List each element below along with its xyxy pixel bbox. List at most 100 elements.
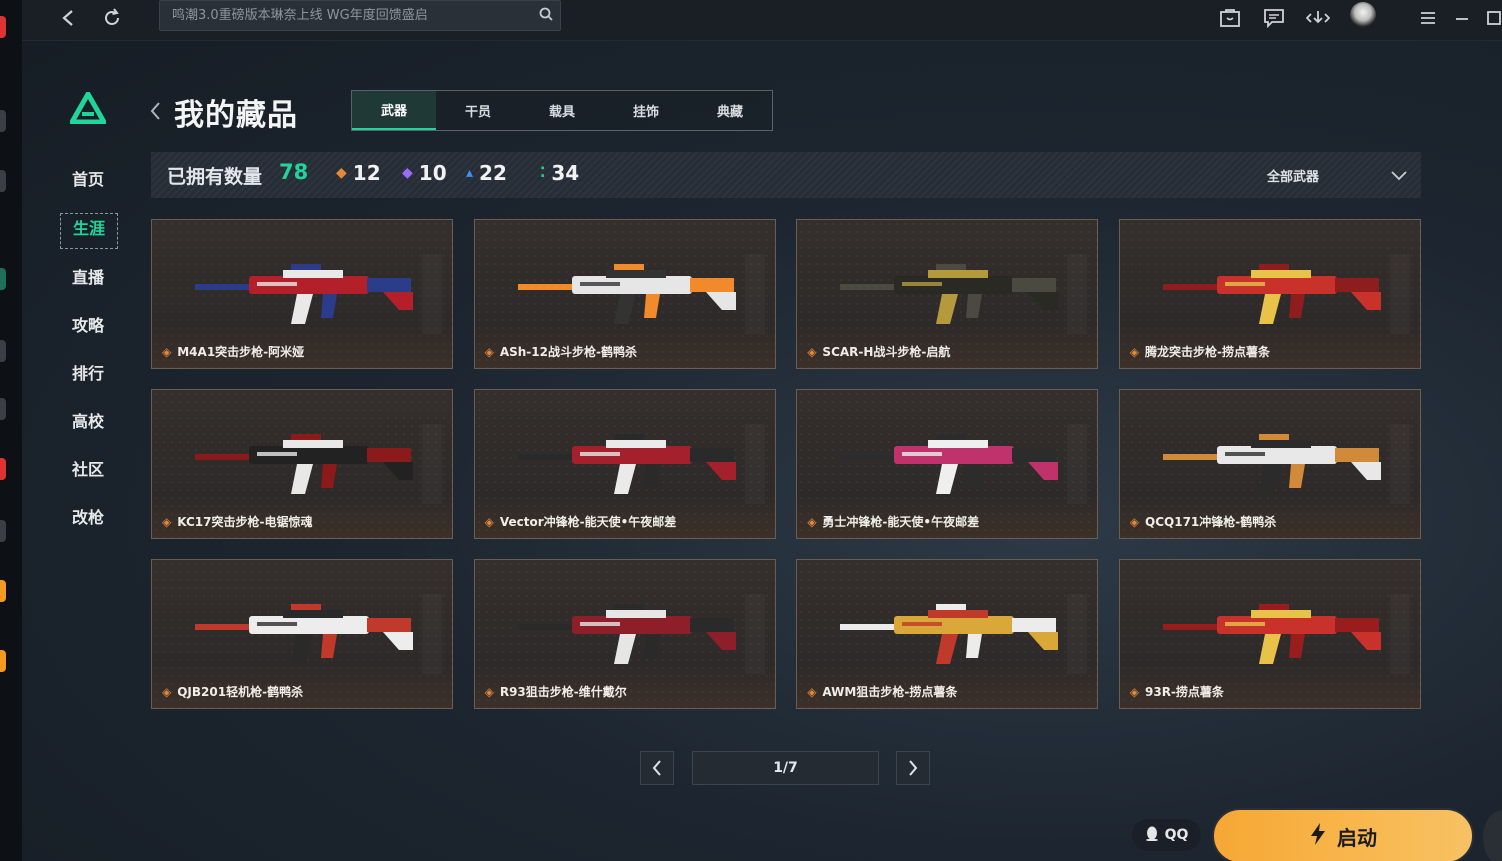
rarity-gem-icon: ◆ [336,165,347,181]
search-bar[interactable] [159,0,561,31]
left-dock [0,0,22,861]
weapon-card-label: ◈ Vector冲锋枪-能天使•午夜邮差 [485,513,677,530]
weapon-image [195,264,413,324]
rarity-gem-icon: ⁚ [540,165,546,181]
rarity-count: 34 [551,161,580,185]
rarity-gem-icon: ▴ [466,165,474,181]
dock-app-icon[interactable] [0,340,6,362]
dock-app-icon[interactable] [0,398,6,420]
launch-label: 启动 [1337,825,1377,850]
rarity-count: 10 [418,161,447,185]
tab-operators[interactable]: 干员 [436,91,520,130]
rarity-gem-icon: ◈ [162,514,172,529]
weapon-card-label: ◈ QJB201轻机枪-鹤鸭杀 [162,683,303,700]
rarity-blue-count: ▴ 22 [466,161,507,185]
dock-app-icon[interactable] [0,16,6,38]
rarity-gem-icon: ◈ [162,344,172,359]
rarity-gem-icon: ◈ [807,684,817,699]
sidebar-item-community[interactable]: 社区 [60,455,116,489]
weapon-name: QCQ171冲锋枪-鹤鸭杀 [1145,515,1277,529]
rarity-gem-icon: ◈ [484,514,494,529]
weapon-card-label: ◈ 腾龙突击步枪-捞点薯条 [1130,343,1270,360]
top-bar [22,0,1502,41]
page-indicator: 1/7 [692,751,879,785]
filter-label: 全部武器 [1267,169,1320,185]
sidebar-item-home[interactable]: 首页 [60,165,116,199]
download-icon[interactable] [1304,4,1332,32]
weapon-card[interactable]: ◈ 勇士冲锋枪-能天使•午夜邮差 [796,389,1099,539]
maximize-icon[interactable] [1480,4,1502,32]
weapon-card[interactable]: ◈ 腾龙突击步枪-捞点薯条 [1118,219,1421,369]
search-input[interactable] [160,7,532,24]
dock-app-icon[interactable] [0,170,6,192]
dock-app-icon[interactable] [0,520,6,542]
next-page-button[interactable] [896,751,930,785]
minimize-icon[interactable] [1448,4,1476,32]
weapon-name: M4A1突击步枪-阿米娅 [177,345,305,359]
bag-icon[interactable] [1216,4,1244,32]
weapon-card[interactable]: ◈ ASh-12战斗步枪-鹤鸭杀 [473,219,776,369]
weapon-filter-dropdown[interactable]: 全部武器 [1267,162,1407,188]
search-icon[interactable] [532,7,560,25]
weapon-card[interactable]: ◈ QCQ171冲锋枪-鹤鸭杀 [1118,389,1421,539]
card-watermark [745,594,765,674]
rarity-gem-icon: ◈ [484,684,494,699]
dock-app-icon[interactable] [0,458,6,480]
sidebar-item-gunsmith[interactable]: 改枪 [60,503,116,537]
stats-bar: 已拥有数量 78 ◆ 12 ◆ 10 ▴ 22 ⁚ 34 全部武器 [151,152,1421,198]
weapon-image [840,604,1059,664]
weapon-card[interactable]: ◈ AWM狙击步枪-捞点薯条 [796,559,1099,709]
tab-vehicles[interactable]: 载具 [520,91,604,130]
card-watermark [1067,424,1087,504]
weapon-name: AWM狙击步枪-捞点薯条 [822,685,958,699]
prev-page-button[interactable] [640,751,674,785]
tab-collection[interactable]: 典藏 [688,91,772,130]
weapon-image [517,604,736,664]
weapon-card[interactable]: ◈ KC17突击步枪-电锯惊魂 [151,389,453,539]
weapon-image [1162,264,1381,324]
tab-weapons[interactable]: 武器 [352,91,436,130]
sidebar-item-college[interactable]: 高校 [60,407,116,441]
weapon-name: 93R-捞点薯条 [1145,685,1224,699]
tab-charms[interactable]: 挂饰 [604,91,688,130]
sidebar-item-guides[interactable]: 攻略 [60,311,116,345]
weapon-card-label: ◈ 93R-捞点薯条 [1130,683,1224,700]
sidebar-item-career[interactable]: 生涯 [60,213,118,249]
rarity-count: 12 [352,161,381,185]
app-logo[interactable] [67,88,109,125]
refresh-icon[interactable] [98,4,126,32]
launch-button[interactable]: 启动 [1212,808,1474,861]
weapon-card[interactable]: ◈ SCAR-H战斗步枪-启航 [796,219,1099,369]
weapon-name: ASh-12战斗步枪-鹤鸭杀 [499,345,637,359]
card-watermark [1390,254,1410,334]
weapon-card[interactable]: ◈ Vector冲锋枪-能天使•午夜邮差 [473,389,776,539]
back-chevron-icon[interactable] [149,101,161,127]
card-watermark [422,424,442,504]
dock-app-icon[interactable] [0,580,6,602]
side-panel-toggle[interactable] [1483,810,1502,861]
qq-button[interactable]: QQ [1132,819,1201,851]
card-watermark [745,424,765,504]
menu-icon[interactable] [1414,4,1442,32]
weapon-image [1162,434,1381,494]
weapon-card-label: ◈ QCQ171冲锋枪-鹤鸭杀 [1130,513,1276,530]
dock-app-icon[interactable] [0,268,6,290]
dock-app-icon[interactable] [0,110,6,132]
avatar[interactable] [1350,2,1376,28]
weapon-image [195,434,413,494]
weapon-card-label: ◈ AWM狙击步枪-捞点薯条 [807,683,957,700]
rarity-gem-icon: ◈ [807,344,817,359]
rarity-green-count: ⁚ 34 [540,161,579,185]
sidebar-item-rankings[interactable]: 排行 [60,359,116,393]
weapon-card[interactable]: ◈ M4A1突击步枪-阿米娅 [151,219,453,369]
sidebar-item-live[interactable]: 直播 [60,263,116,297]
weapon-card[interactable]: ◈ R93狙击步枪-维什戴尔 [473,559,776,709]
weapon-card-label: ◈ M4A1突击步枪-阿米娅 [162,343,304,360]
message-icon[interactable] [1260,4,1288,32]
owned-count-label: 已拥有数量 [167,166,263,188]
weapon-card[interactable]: ◈ 93R-捞点薯条 [1118,559,1421,709]
back-icon[interactable] [54,4,82,32]
weapon-card[interactable]: ◈ QJB201轻机枪-鹤鸭杀 [151,559,453,709]
weapon-card-label: ◈ 勇士冲锋枪-能天使•午夜邮差 [807,513,979,530]
dock-app-icon[interactable] [0,650,6,672]
